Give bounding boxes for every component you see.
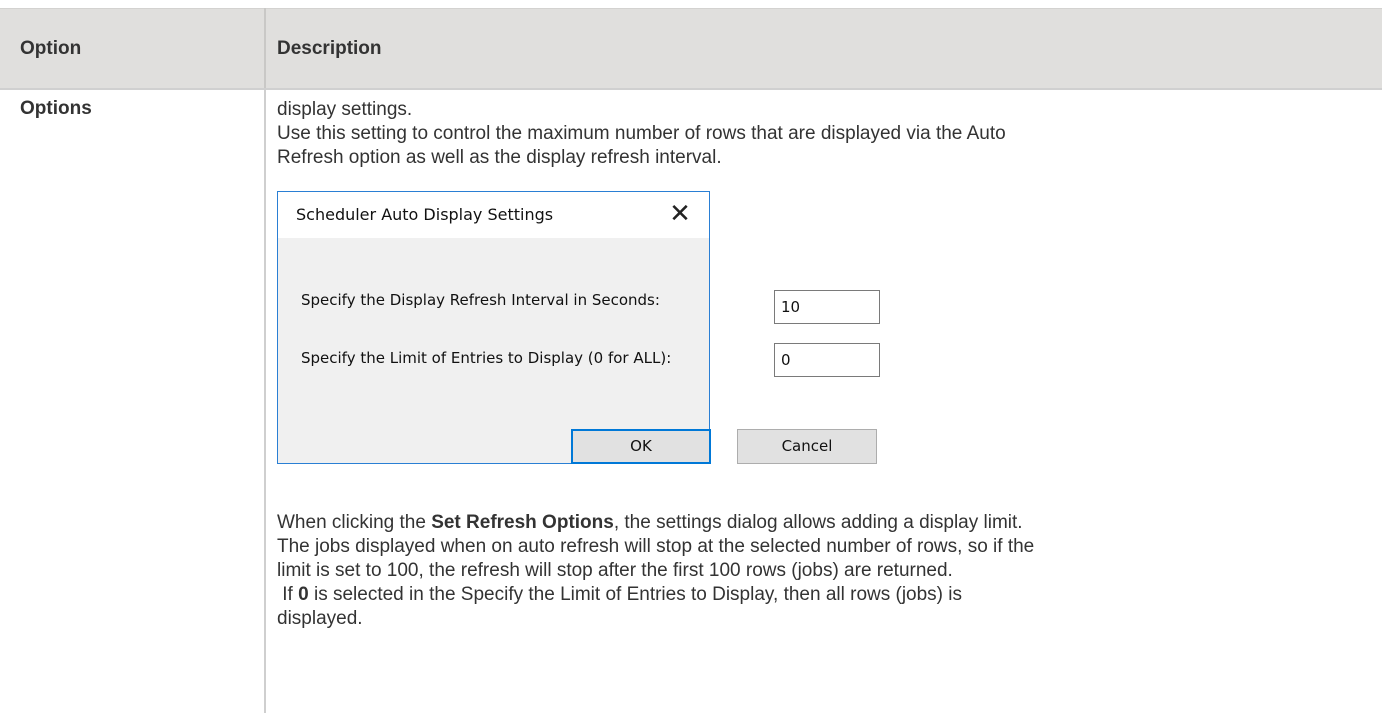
description-line: Refresh option as well as the display re… xyxy=(277,147,722,168)
ok-button[interactable]: OK xyxy=(571,429,711,464)
row-option-label: Options xyxy=(20,98,92,119)
refresh-interval-label: Specify the Display Refresh Interval in … xyxy=(301,291,660,309)
table-header-row: Option Description xyxy=(0,8,1382,89)
dialog-title: Scheduler Auto Display Settings xyxy=(296,205,554,224)
description-line: display settings. xyxy=(277,99,413,120)
description-line: displayed. xyxy=(277,608,363,629)
text-span: If xyxy=(277,584,299,605)
header-description: Description xyxy=(277,38,382,59)
options-table: Option Description Options display setti… xyxy=(0,0,1382,713)
column-divider xyxy=(264,8,266,88)
entry-limit-input[interactable]: 0 xyxy=(774,343,880,377)
description-line: If 0 is selected in the Specify the Limi… xyxy=(277,583,1357,607)
row-description: display settings. Use this setting to co… xyxy=(277,98,1357,170)
text-span: When clicking the xyxy=(277,512,432,533)
header-option: Option xyxy=(20,38,82,59)
entry-limit-label: Specify the Limit of Entries to Display … xyxy=(301,349,672,367)
column-divider xyxy=(264,88,266,713)
header-bottom-border xyxy=(0,88,1382,90)
description-line: Use this setting to control the maximum … xyxy=(277,123,1006,144)
text-bold: 0 xyxy=(298,584,309,605)
dialog-title-bar: Scheduler Auto Display Settings ✕ xyxy=(278,192,709,238)
text-bold: Set Refresh Options xyxy=(431,512,614,533)
close-icon[interactable]: ✕ xyxy=(665,198,695,230)
text-span: , the settings dialog allows adding a di… xyxy=(613,512,1023,533)
text-span: is selected in the Specify the Limit of … xyxy=(308,584,963,605)
description-line: The jobs displayed when on auto refresh … xyxy=(277,536,1035,557)
cancel-button[interactable]: Cancel xyxy=(737,429,877,464)
row-description-continued: When clicking the Set Refresh Options, t… xyxy=(277,511,1357,631)
scheduler-settings-dialog: Scheduler Auto Display Settings ✕ Specif… xyxy=(277,191,880,464)
description-line: limit is set to 100, the refresh will st… xyxy=(277,560,953,581)
description-line: When clicking the Set Refresh Options, t… xyxy=(277,511,1357,535)
refresh-interval-input[interactable]: 10 xyxy=(774,290,880,324)
